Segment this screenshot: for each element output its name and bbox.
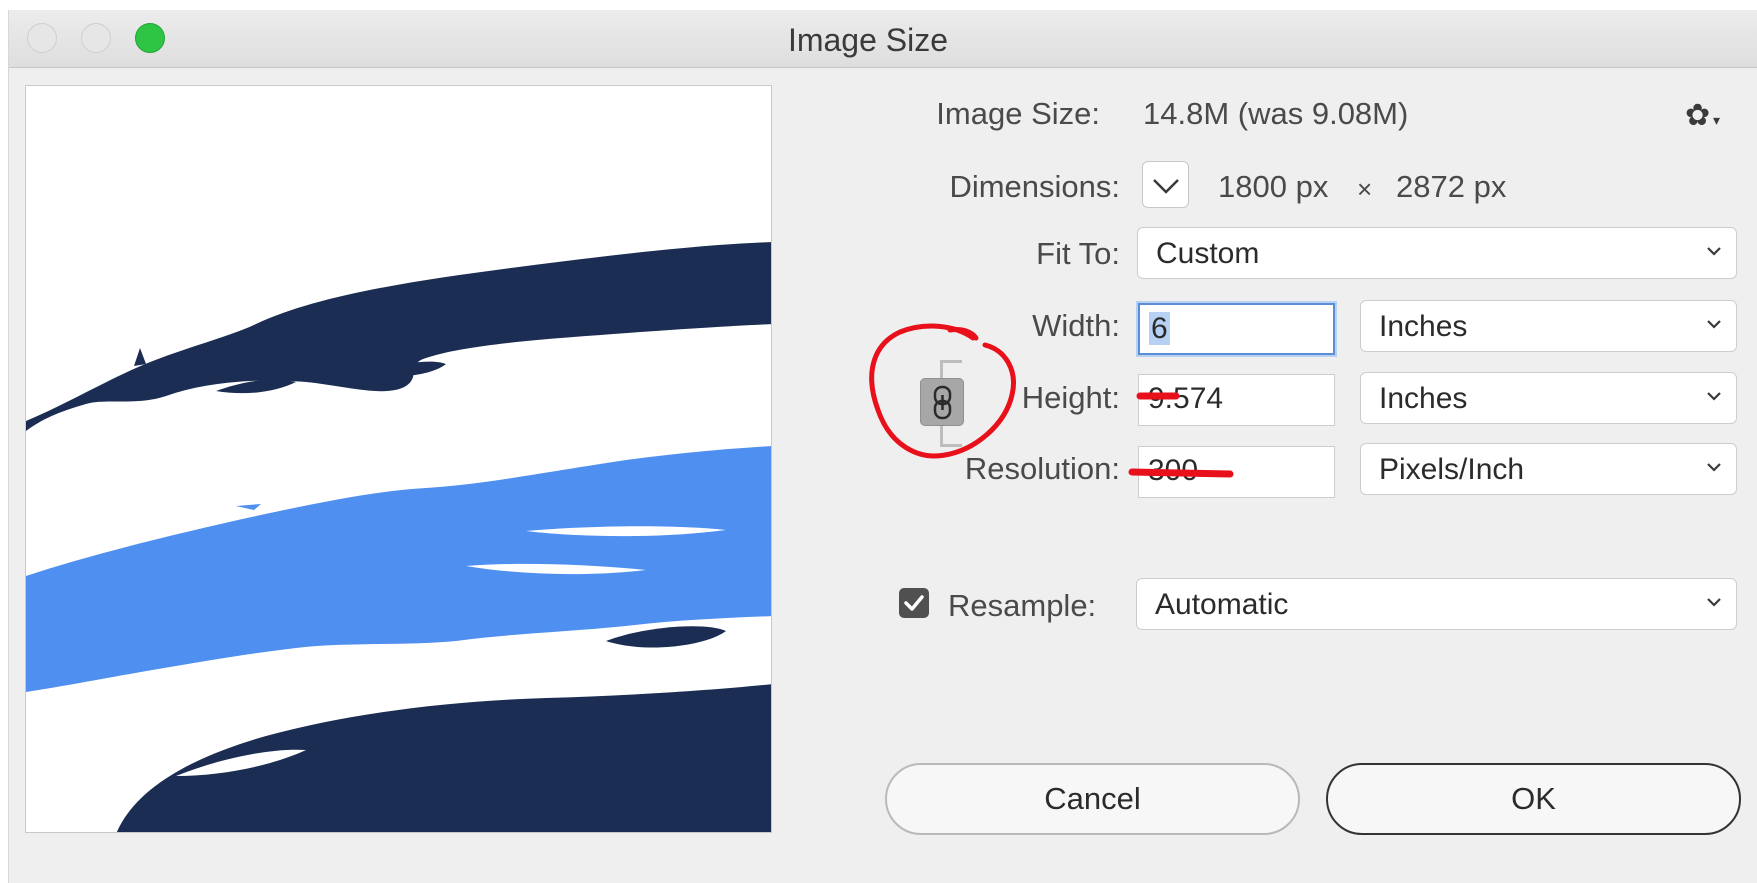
width-input[interactable]: 6 [1138,303,1335,355]
resample-method-select[interactable]: Automatic [1136,578,1737,630]
fit-to-selected-value: Custom [1156,237,1260,270]
resolution-unit-value: Pixels/Inch [1379,453,1525,486]
resample-checkbox[interactable] [899,588,929,618]
link-chain-icon [933,385,952,420]
height-label: Height: [1021,380,1120,415]
gear-icon: ✿ [1685,99,1711,132]
width-unit-select[interactable]: Inches [1360,300,1737,352]
link-bracket-bottom [940,425,962,447]
cancel-button[interactable]: Cancel [885,763,1300,835]
fit-to-label: Fit To: [1036,236,1120,271]
resample-label[interactable]: Resample: [948,588,1096,624]
chevron-down-icon: ▾ [1713,112,1721,128]
constrain-proportions-toggle[interactable] [920,378,964,426]
settings-menu-button[interactable]: ✿ ▾ [1685,98,1725,132]
chevron-down-icon [1707,463,1721,472]
image-size-value: 14.8M (was 9.08M) [1143,96,1409,131]
dimensions-label: Dimensions: [949,169,1120,204]
height-unit-select[interactable]: Inches [1360,372,1737,424]
resolution-input-value: 300 [1148,454,1199,487]
chevron-down-icon [1707,320,1721,329]
preview-artwork [26,242,771,832]
resolution-input[interactable]: 300 [1138,446,1335,498]
width-label: Width: [1032,308,1120,343]
dimensions-width-value: 1800 px [1218,169,1329,204]
chevron-down-icon [1707,392,1721,401]
dimensions-separator: × [1357,174,1373,204]
chevron-down-icon [1707,598,1721,607]
dimensions-unit-dropdown[interactable] [1142,161,1189,208]
fit-to-select[interactable]: Custom [1137,227,1737,279]
chevron-down-icon [1153,179,1179,194]
checkmark-icon [904,595,924,611]
height-unit-value: Inches [1379,382,1468,415]
width-unit-value: Inches [1379,310,1468,343]
resolution-unit-select[interactable]: Pixels/Inch [1360,443,1737,495]
image-size-label: Image Size: [936,96,1100,131]
height-input-value: 9.574 [1148,382,1224,415]
resample-method-value: Automatic [1155,588,1289,621]
width-input-value: 6 [1149,312,1170,345]
window-title: Image Size [787,22,949,58]
chevron-down-icon [1707,247,1721,256]
image-preview[interactable] [25,85,772,833]
height-input[interactable]: 9.574 [1138,374,1335,426]
title-bar: Image Size [9,10,1757,68]
resolution-label: Resolution: [964,451,1120,486]
ok-button[interactable]: OK [1326,763,1741,835]
dimensions-height-value: 2872 px [1396,169,1507,204]
